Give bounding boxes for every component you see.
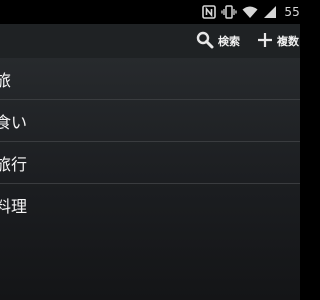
action-bar: 検索 複数	[0, 24, 300, 58]
wifi-icon	[242, 5, 258, 19]
search-label: 検索	[218, 35, 240, 48]
list-item[interactable]: 旅行	[0, 142, 300, 184]
add-multiple-button[interactable]: 複数	[257, 24, 299, 58]
vibrate-icon	[221, 5, 237, 19]
list-item-label: 料理	[0, 196, 28, 216]
battery-percentage: 55	[284, 5, 300, 19]
search-icon	[196, 31, 214, 52]
list-item[interactable]: 旅	[0, 58, 300, 100]
add-multiple-label: 複数	[277, 35, 299, 48]
list-item-label: 食い	[0, 112, 28, 132]
status-icons: 55	[202, 3, 300, 21]
list-item-label: 旅行	[0, 154, 28, 174]
list-item[interactable]: 食い	[0, 100, 300, 142]
nfc-icon	[202, 5, 217, 19]
list-item-label: 旅	[0, 70, 12, 90]
signal-icon	[263, 5, 277, 19]
list-container: 旅 食い 旅行 料理	[0, 58, 300, 300]
list-item[interactable]: 料理	[0, 184, 300, 225]
status-bar: 55	[0, 0, 300, 24]
plus-icon	[257, 32, 273, 51]
search-button[interactable]: 検索	[196, 24, 240, 58]
